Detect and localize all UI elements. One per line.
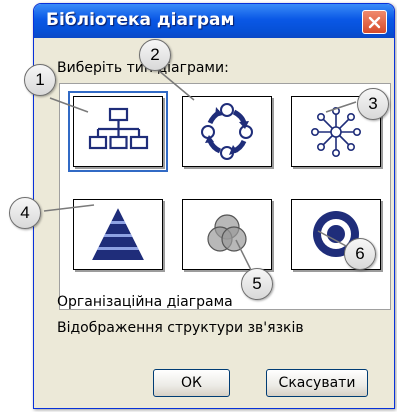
callout-1: 1 <box>24 64 56 96</box>
callout-leaders <box>43 69 357 273</box>
callout-4: 4 <box>9 197 41 229</box>
callout-5: 5 <box>241 268 273 300</box>
callout-6: 6 <box>344 238 376 270</box>
callout-3: 3 <box>357 88 389 120</box>
callout-2: 2 <box>139 39 171 71</box>
